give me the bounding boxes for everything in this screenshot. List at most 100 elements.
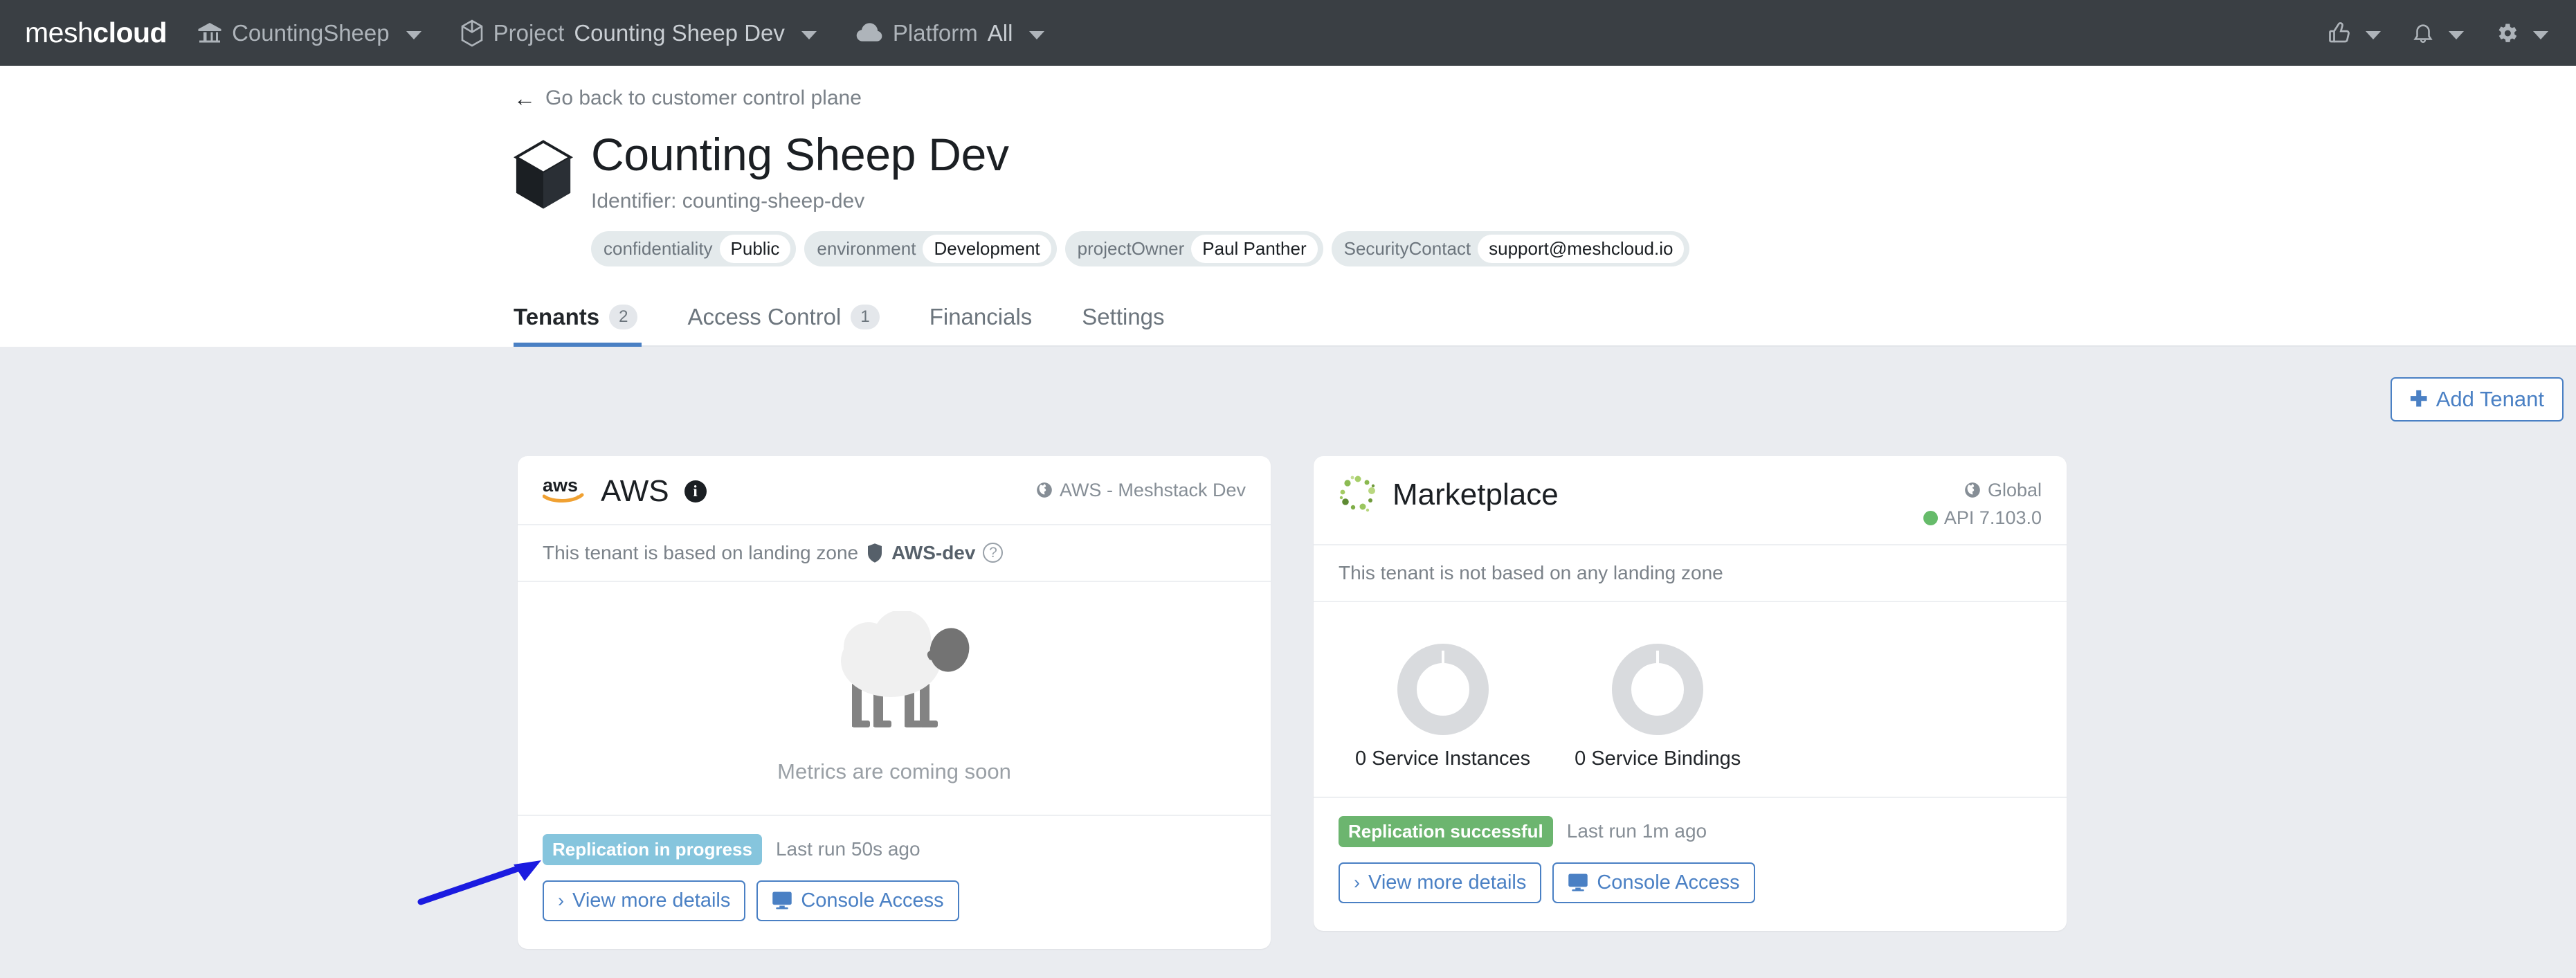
chevron-down-icon bbox=[801, 30, 817, 39]
notifications-menu[interactable] bbox=[2411, 21, 2464, 46]
tab-financials[interactable]: Financials bbox=[905, 297, 1058, 345]
replication-status-row: Replication in progress Last run 50s ago bbox=[518, 816, 1271, 865]
globe-icon bbox=[1965, 482, 1980, 498]
status-dot-icon bbox=[1923, 510, 1938, 525]
card-location: Global bbox=[1923, 480, 2042, 501]
landing-zone-row: This tenant is based on landing zone AWS… bbox=[518, 525, 1271, 582]
service-metrics-charts: 0 Service Instances 0 Service Bindings bbox=[1339, 626, 2042, 777]
plus-icon: ✚ bbox=[2409, 387, 2428, 412]
cube-icon bbox=[460, 19, 484, 47]
chevron-down-icon bbox=[2533, 30, 2548, 39]
feedback-menu[interactable] bbox=[2327, 21, 2381, 46]
gear-icon bbox=[2498, 24, 2517, 42]
card-location: AWS - Meshstack Dev bbox=[1035, 480, 1246, 501]
tab-settings[interactable]: Settings bbox=[1057, 297, 1189, 345]
status-badge: Replication successful bbox=[1339, 815, 1553, 847]
tag-key: environment bbox=[817, 237, 916, 259]
donut-chart-icon bbox=[1397, 643, 1489, 735]
nav-project-label: Project bbox=[493, 19, 565, 46]
nav-project-selector[interactable]: Project Counting Sheep Dev bbox=[460, 19, 817, 47]
landing-zone-prefix: This tenant is based on landing zone bbox=[543, 541, 859, 563]
view-more-details-label: View more details bbox=[1368, 871, 1527, 894]
tenant-card-list: aws AWS i AWS - Meshstack Dev This tenan… bbox=[518, 455, 2576, 949]
tenant-card-marketplace: Marketplace Global API 7.103.0 This tena… bbox=[1314, 455, 2067, 931]
card-actions: › View more details Console Access bbox=[518, 865, 1271, 949]
page-title: Counting Sheep Dev bbox=[591, 129, 1009, 180]
page-header: ← Go back to customer control plane Coun… bbox=[0, 66, 2576, 347]
card-api-version-label: API 7.103.0 bbox=[1943, 507, 2042, 528]
nav-platform-value: All bbox=[987, 19, 1013, 46]
project-title-row: Counting Sheep Dev Identifier: counting-… bbox=[514, 127, 2576, 266]
tag-value: Development bbox=[923, 234, 1051, 263]
donut-service-instances: 0 Service Instances bbox=[1355, 643, 1531, 770]
status-badge: Replication in progress bbox=[543, 833, 762, 865]
globe-icon bbox=[1037, 482, 1052, 498]
nav-organization-label: CountingSheep bbox=[232, 19, 390, 46]
card-location-label: Global bbox=[1987, 479, 2042, 500]
help-icon[interactable]: ? bbox=[983, 543, 1004, 563]
marketplace-logo bbox=[1339, 474, 1377, 516]
top-navbar: meshcloud CountingSheep Project Counting… bbox=[0, 0, 2576, 66]
card-body: Metrics are coming soon bbox=[518, 582, 1271, 784]
monitor-icon bbox=[1568, 873, 1588, 891]
add-tenant-label: Add Tenant bbox=[2436, 386, 2544, 411]
tenant-card-aws: aws AWS i AWS - Meshstack Dev This tenan… bbox=[518, 455, 1271, 949]
landing-zone-prefix: This tenant is not based on any landing … bbox=[1339, 561, 1723, 583]
landing-zone-name[interactable]: AWS-dev bbox=[891, 542, 975, 564]
tenants-toolbar: ✚ Add Tenant bbox=[514, 347, 2564, 422]
chevron-down-icon bbox=[1029, 30, 1045, 39]
brand-mesh: mesh bbox=[25, 17, 93, 48]
view-more-details-button[interactable]: › View more details bbox=[543, 880, 746, 921]
tab-label: Financials bbox=[929, 303, 1033, 329]
info-icon[interactable]: i bbox=[684, 480, 707, 502]
monitor-icon bbox=[772, 891, 792, 909]
back-to-control-plane-link[interactable]: ← Go back to customer control plane bbox=[514, 87, 2576, 127]
settings-menu[interactable] bbox=[2494, 21, 2548, 46]
svg-text:aws: aws bbox=[543, 475, 578, 496]
thumbs-up-icon bbox=[2329, 21, 2350, 42]
tab-badge: 2 bbox=[609, 304, 638, 329]
view-more-details-label: View more details bbox=[572, 889, 731, 912]
brand-cloud: cloud bbox=[93, 17, 167, 48]
donut-label: 0 Service Instances bbox=[1355, 747, 1531, 770]
metrics-placeholder: Metrics are coming soon bbox=[777, 759, 1011, 784]
shield-icon bbox=[868, 543, 882, 563]
nav-organization-selector[interactable]: CountingSheep bbox=[197, 20, 421, 46]
tag-value: Public bbox=[719, 234, 791, 263]
tag-key: projectOwner bbox=[1077, 237, 1185, 259]
chevron-down-icon bbox=[2449, 30, 2464, 39]
tag-value: Paul Panther bbox=[1191, 234, 1318, 263]
card-location-label: AWS - Meshstack Dev bbox=[1059, 479, 1246, 500]
card-header: aws AWS i AWS - Meshstack Dev bbox=[518, 456, 1271, 525]
tab-tenants[interactable]: Tenants 2 bbox=[514, 297, 662, 347]
arrow-left-icon: ← bbox=[514, 86, 536, 111]
tab-bar: Tenants 2 Access Control 1 Financials Se… bbox=[514, 297, 2576, 347]
project-tags: confidentiality Public environment Devel… bbox=[591, 230, 1690, 266]
chevron-down-icon bbox=[406, 30, 421, 39]
view-more-details-button[interactable]: › View more details bbox=[1339, 862, 1542, 903]
console-access-button[interactable]: Console Access bbox=[756, 880, 959, 921]
chevron-right-icon: › bbox=[558, 889, 564, 911]
tag-confidentiality: confidentiality Public bbox=[591, 230, 797, 266]
tag-key: confidentiality bbox=[604, 237, 713, 259]
tab-label: Access Control bbox=[687, 303, 842, 329]
card-title: AWS bbox=[601, 473, 669, 508]
tag-environment: environment Development bbox=[804, 230, 1057, 266]
back-link-label: Go back to customer control plane bbox=[545, 87, 862, 109]
cloud-icon bbox=[855, 22, 883, 44]
brand-logo[interactable]: meshcloud bbox=[25, 17, 167, 49]
add-tenant-button[interactable]: ✚ Add Tenant bbox=[2390, 377, 2564, 422]
console-access-button[interactable]: Console Access bbox=[1552, 862, 1755, 903]
console-access-label: Console Access bbox=[1597, 871, 1740, 894]
card-header: Marketplace Global API 7.103.0 bbox=[1314, 456, 2067, 545]
project-cube-icon bbox=[514, 139, 573, 211]
nav-platform-selector[interactable]: Platform All bbox=[855, 20, 1045, 46]
replication-status-row: Replication successful Last run 1m ago bbox=[1314, 798, 2067, 847]
last-run-label: Last run 50s ago bbox=[775, 838, 920, 860]
tab-label: Tenants bbox=[514, 303, 600, 329]
donut-label: 0 Service Bindings bbox=[1575, 747, 1741, 770]
tab-access-control[interactable]: Access Control 1 bbox=[662, 297, 904, 345]
navbar-actions bbox=[2327, 21, 2548, 46]
nav-project-value: Counting Sheep Dev bbox=[574, 19, 785, 46]
tag-value: support@meshcloud.io bbox=[1478, 234, 1685, 263]
